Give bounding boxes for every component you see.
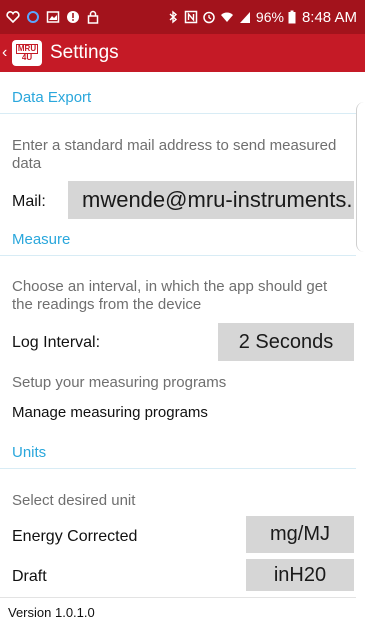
page-title: Settings xyxy=(50,42,119,63)
app-bar: ‹ MRU 4U Settings xyxy=(0,34,365,72)
alert-icon xyxy=(66,10,80,24)
energy-corrected-label: Energy Corrected xyxy=(12,528,138,545)
status-right-icons: 96% 8:48 AM xyxy=(166,9,357,26)
energy-corrected-unit-select[interactable]: mg/MJ xyxy=(246,516,354,553)
battery-icon xyxy=(288,10,296,24)
interval-hint: Choose an interval, in which the app sho… xyxy=(12,278,328,313)
divider xyxy=(0,597,356,598)
app-logo[interactable]: MRU 4U xyxy=(12,40,42,66)
draft-label: Draft xyxy=(12,568,47,585)
log-interval-select[interactable]: 2 Seconds xyxy=(218,323,354,361)
mail-input[interactable]: mwende@mru-instruments. xyxy=(68,181,354,219)
back-arrow-icon[interactable]: ‹ xyxy=(2,44,12,62)
alarm-icon xyxy=(202,10,216,24)
app-logo-text-bottom: 4U xyxy=(21,53,33,62)
status-time: 8:48 AM xyxy=(301,8,357,26)
nfc-icon xyxy=(184,10,198,24)
programs-hint: Setup your measuring programs xyxy=(12,374,227,391)
section-header-units: Units xyxy=(0,437,356,469)
wifi-icon xyxy=(220,10,234,24)
unit-hint: Select desired unit xyxy=(12,492,136,509)
log-interval-label: Log Interval: xyxy=(12,334,101,351)
image-icon xyxy=(46,10,60,24)
status-bar: 96% 8:48 AM xyxy=(0,0,365,34)
draft-unit-select[interactable]: inH20 xyxy=(246,559,354,591)
mail-hint: Enter a standard mail address to send me… xyxy=(12,137,337,172)
sync-icon xyxy=(26,10,40,24)
version-text: Version 1.0.1.0 xyxy=(8,605,95,620)
cell-signal-icon xyxy=(238,10,252,24)
section-header-data-export: Data Export xyxy=(0,82,356,114)
status-left-icons xyxy=(6,10,100,24)
manage-programs-link[interactable]: Manage measuring programs xyxy=(12,404,208,421)
mail-label: Mail: xyxy=(12,193,46,210)
section-header-measure: Measure xyxy=(0,224,356,256)
lock-icon xyxy=(86,10,100,24)
signal-heart-icon xyxy=(6,10,20,24)
battery-percent: 96% xyxy=(255,9,284,25)
settings-content: Data Export Enter a standard mail addres… xyxy=(0,72,365,632)
bluetooth-icon xyxy=(166,10,180,24)
scroll-edge[interactable] xyxy=(356,102,365,252)
